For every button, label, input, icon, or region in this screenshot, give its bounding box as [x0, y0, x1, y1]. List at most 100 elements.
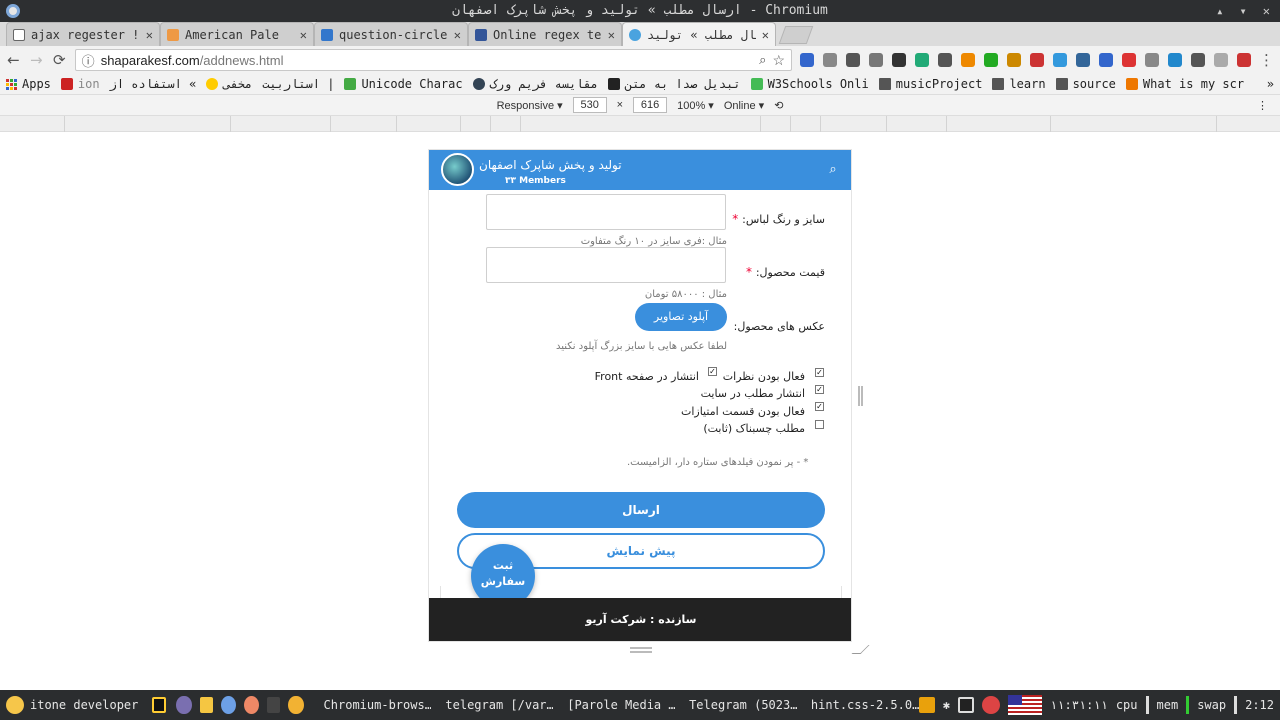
extension-icon[interactable] [846, 53, 861, 67]
taskbar-window-parole[interactable]: [Parole Media … [553, 698, 675, 712]
new-tab-button[interactable] [778, 26, 814, 44]
bookmark-folder-musicproject[interactable]: musicProject [878, 77, 982, 91]
bookmark-whatismyscreen[interactable]: What is my scr [1125, 77, 1244, 91]
clipboard-icon[interactable] [918, 697, 935, 713]
bookmark-framework[interactable]: مقایسه فریم ورک [472, 77, 598, 91]
intellij-icon[interactable] [152, 697, 167, 713]
extension-icon[interactable] [800, 53, 815, 67]
zoom-icon[interactable]: ⌕ [759, 52, 766, 68]
extension-icon[interactable] [1191, 53, 1206, 67]
extension-icon[interactable] [1076, 53, 1091, 67]
extension-icon[interactable] [823, 53, 838, 67]
tab-addnews-active[interactable]: ارسال مطلب » تولید ✕ [622, 22, 776, 46]
extension-icon[interactable] [892, 53, 907, 67]
close-icon[interactable]: ✕ [1263, 0, 1270, 22]
enable-ratings-checkbox[interactable]: ✓ [815, 402, 824, 411]
submit-button[interactable]: ارسال [457, 492, 825, 528]
viewport-height-input[interactable]: 616 [633, 97, 668, 113]
extension-icon[interactable] [1168, 53, 1183, 67]
extension-icon[interactable] [1214, 53, 1229, 67]
front-page-checkbox[interactable]: ✓ [708, 367, 717, 376]
device-select[interactable]: Responsive ▾ [497, 99, 563, 112]
extension-icon[interactable] [1053, 53, 1068, 67]
bookmark-unicode[interactable]: Unicode Charac [344, 77, 463, 91]
tab-close-icon[interactable]: ✕ [454, 28, 461, 42]
bookmark-estefade[interactable]: استفاده از « [110, 77, 197, 91]
more-bookmarks-icon[interactable]: » [1267, 77, 1274, 91]
publish-site-checkbox[interactable]: ✓ [815, 385, 824, 394]
address-bar[interactable]: ⓘ shaparakesf.com/addnews.html ⌕ ☆ [74, 49, 793, 71]
clock[interactable]: ۱۱:۳۱:۱۱ [1050, 698, 1108, 712]
tab-ajax-regester[interactable]: ajax regester !!! ✕ [6, 22, 160, 46]
extension-icon[interactable] [869, 53, 884, 67]
extension-icon[interactable] [938, 53, 953, 67]
viewport-resize-handle-bottom[interactable] [630, 647, 652, 653]
taskbar-window-hintcss[interactable]: hint.css-2.5.0… [797, 698, 919, 712]
tab-question-circle[interactable]: question-circle ✕ [314, 22, 468, 46]
bookmark-star-icon[interactable]: ☆ [772, 52, 785, 69]
media-icon[interactable] [243, 696, 260, 714]
bookmark-makhfi[interactable]: مخفی [206, 77, 252, 91]
size-color-input[interactable] [486, 194, 726, 230]
extension-icon[interactable] [1145, 53, 1160, 67]
viewport-width-input[interactable]: 530 [572, 97, 607, 113]
browser-toolbar: ← → ⟳ ⓘ shaparakesf.com/addnews.html ⌕ ☆… [0, 46, 1280, 74]
tab-close-icon[interactable]: ✕ [300, 28, 307, 42]
extension-icon[interactable] [984, 53, 999, 67]
launcher-icon[interactable] [176, 696, 192, 714]
price-input[interactable] [486, 247, 726, 283]
files-icon[interactable] [199, 697, 213, 713]
taskbar-window-chromium[interactable]: Chromium-brows… [310, 698, 432, 712]
bookmark-ion[interactable]: ion [60, 77, 100, 91]
extension-icon[interactable] [1099, 53, 1114, 67]
viewport-resize-handle-corner[interactable] [851, 645, 870, 654]
sticky-post-checkbox[interactable] [815, 420, 824, 429]
minimize-icon[interactable]: ▴ [1216, 0, 1223, 22]
browser-menu-icon[interactable]: ⋮ [1259, 52, 1274, 68]
display-icon[interactable] [958, 697, 975, 713]
upload-images-button[interactable]: آپلود تصاویر [635, 303, 727, 331]
photos-label-row: عکس های محصول: [734, 319, 825, 333]
zoom-select[interactable]: 100% ▾ [677, 99, 714, 112]
taskbar-window-telegram-term[interactable]: telegram [/var… [431, 698, 553, 712]
tab-close-icon[interactable]: ✕ [762, 28, 769, 42]
tab-close-icon[interactable]: ✕ [146, 28, 153, 42]
forward-arrow-icon[interactable]: → [29, 52, 44, 68]
extension-icon[interactable] [1007, 53, 1022, 67]
bookmark-folder-source[interactable]: source [1055, 77, 1116, 91]
taskbar-window-telegram[interactable]: Telegram (5023… [675, 698, 797, 712]
back-arrow-icon[interactable]: ← [6, 52, 21, 68]
extension-icon[interactable] [1122, 53, 1137, 67]
extensions-area [800, 53, 1252, 67]
tab-close-icon[interactable]: ✕ [608, 28, 615, 42]
update-icon[interactable] [982, 696, 1001, 714]
tab-online-regex[interactable]: Online regex test ✕ [468, 22, 622, 46]
info-icon[interactable]: ⓘ [82, 51, 95, 70]
maximize-icon[interactable]: ▾ [1240, 0, 1247, 22]
keyboard-layout-flag-icon[interactable] [1008, 695, 1043, 715]
extension-icon[interactable] [915, 53, 930, 67]
reload-icon[interactable]: ⟳ [52, 52, 67, 68]
bookmark-starbit[interactable]: استاربیت | [262, 77, 334, 91]
bookmark-w3schools[interactable]: W3Schools Onli [750, 77, 869, 91]
viewport-resize-handle-right[interactable] [858, 386, 863, 406]
notes-icon[interactable] [288, 696, 304, 714]
start-menu[interactable]: itone developer [0, 696, 144, 714]
bookmark-apps[interactable]: Apps [6, 77, 51, 91]
network-throttle-select[interactable]: Online ▾ [724, 99, 764, 112]
extension-icon[interactable] [1237, 53, 1252, 67]
devtools-menu-icon[interactable]: ⋮ [1257, 99, 1268, 112]
rotate-icon[interactable]: ⟲ [774, 99, 783, 112]
bookmark-speech[interactable]: تبدیل صدا به متن [607, 77, 741, 91]
bookmark-folder-learn[interactable]: learn [992, 77, 1046, 91]
channel-avatar[interactable] [441, 153, 474, 186]
bluetooth-icon[interactable]: ✱ [943, 698, 950, 712]
bookmark-label: استفاده از « [109, 77, 197, 91]
chromium-taskbar-icon[interactable] [220, 696, 236, 714]
extension-icon[interactable] [1030, 53, 1045, 67]
enable-comments-checkbox[interactable]: ✓ [815, 368, 824, 377]
tab-american-pale[interactable]: American Pale ✕ [160, 22, 314, 46]
search-icon[interactable]: ⌕ [825, 162, 841, 178]
extension-icon[interactable] [961, 53, 976, 67]
terminal-icon[interactable] [267, 697, 281, 713]
